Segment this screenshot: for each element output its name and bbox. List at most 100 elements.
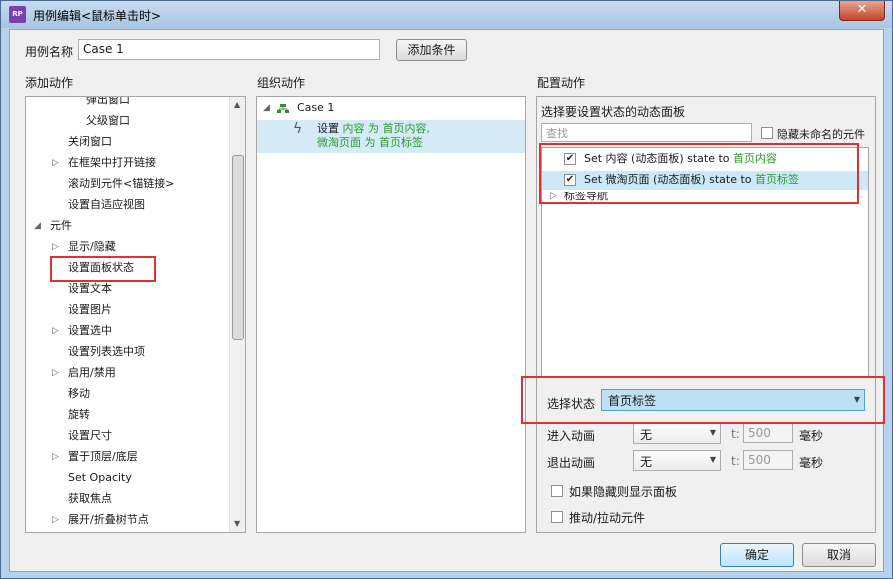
title-bar: RP 用例编辑<鼠标单击时> ✕ xyxy=(1,1,892,28)
push-pull-checkbox[interactable] xyxy=(551,511,563,523)
case-item[interactable]: Case 1 xyxy=(297,99,334,117)
case-name-label: 用例名称 xyxy=(25,45,74,59)
action-text: 设置 内容 为 首页内容, 微淘页面 为 首页标签 xyxy=(317,122,430,150)
tree-item-open-in-frame[interactable]: 在框架中打开链接 xyxy=(68,154,156,172)
add-condition-button[interactable]: 添加条件 xyxy=(396,39,467,61)
tree-item-bring-front-back[interactable]: 置于顶层/底层 xyxy=(68,448,138,466)
add-action-tree: 弹出窗口 父级窗口 关闭窗口 ▷ 在框架中打开链接 滚动到元件<锚链接> 设置自… xyxy=(25,96,246,533)
show-if-hidden-label: 如果隐藏则显示面板 xyxy=(569,485,678,499)
configure-action-header: 配置动作 xyxy=(537,76,586,90)
tree-item-move[interactable]: 移动 xyxy=(68,385,90,403)
chevron-down-icon: ▼ xyxy=(853,395,860,404)
row-state: 首页内容 xyxy=(733,152,778,165)
lightning-icon: ϟ xyxy=(293,121,303,137)
enter-ms-label: 毫秒 xyxy=(799,429,824,443)
action-keyword-1: 为 xyxy=(368,122,379,135)
select-state-label: 选择状态 xyxy=(547,397,596,411)
enter-t-label: t: xyxy=(731,427,740,441)
panel-row-tab-nav[interactable]: ▷ 标签导航 xyxy=(542,192,868,202)
scrollbar-thumb[interactable] xyxy=(232,155,244,340)
exit-ms-label: 毫秒 xyxy=(799,456,824,470)
panel-row-weitao[interactable]: ✔ Set 微淘页面 (动态面板) state to 首页标签 xyxy=(542,171,868,190)
dialog-body: 用例名称 Case 1 添加条件 添加动作 组织动作 配置动作 弹出窗口 父级窗… xyxy=(9,29,885,572)
enter-anim-dropdown[interactable]: 无 ▼ xyxy=(633,423,721,444)
select-state-value: 首页标签 xyxy=(608,394,657,408)
expand-icon[interactable]: ▷ xyxy=(52,448,59,466)
tree-item-rotate[interactable]: 旋转 xyxy=(68,406,90,424)
row-checkbox[interactable]: ✔ xyxy=(564,174,576,186)
scroll-up-icon[interactable]: ▲ xyxy=(234,100,240,109)
action-keyword-2: 为 xyxy=(364,136,376,149)
tree-item-show-hide[interactable]: 显示/隐藏 xyxy=(68,238,116,256)
row-label: Set 内容 (动态面板) state to 首页内容 xyxy=(584,150,777,168)
organize-action-header: 组织动作 xyxy=(257,76,306,90)
action-item[interactable]: ϟ 设置 内容 为 首页内容, 微淘页面 为 首页标签 xyxy=(257,120,525,153)
collapse-icon[interactable]: ◢ xyxy=(263,99,270,117)
action-target-2: 微淘页面 xyxy=(317,136,361,149)
row-label: Set 微淘页面 (动态面板) state to 首页标签 xyxy=(584,171,799,189)
case-icon xyxy=(277,103,289,113)
tree-item-parent-window[interactable]: 父级窗口 xyxy=(86,112,130,130)
dialog-window: RP 用例编辑<鼠标单击时> ✕ 用例名称 Case 1 添加条件 添加动作 组… xyxy=(0,0,893,579)
tree-item-set-size[interactable]: 设置尺寸 xyxy=(68,427,112,445)
configure-action-panel: 选择要设置状态的动态面板 查找 隐藏未命名的元件 ✔ Set 内容 (动态面板)… xyxy=(536,96,876,533)
action-state-2: 首页标签 xyxy=(379,136,423,149)
app-icon: RP xyxy=(9,6,26,23)
tree-item-scroll-to-widget[interactable]: 滚动到元件<锚链接> xyxy=(68,175,174,193)
row-label: 标签导航 xyxy=(564,192,608,202)
close-button[interactable]: ✕ xyxy=(839,1,885,21)
exit-t-label: t: xyxy=(731,454,740,468)
search-input[interactable]: 查找 xyxy=(541,123,752,142)
enter-anim-label: 进入动画 xyxy=(547,429,596,443)
tree-item-enable-disable[interactable]: 启用/禁用 xyxy=(68,364,116,382)
panel-list: ✔ Set 内容 (动态面板) state to 首页内容 ✔ Set 微淘页面… xyxy=(541,147,869,377)
organize-action-tree: ◢ Case 1 ϟ 设置 内容 为 首页内容, 微淘页面 为 首页标签 xyxy=(256,96,526,533)
tree-item-set-panel-state[interactable]: 设置面板状态 xyxy=(68,259,134,277)
tree-item-widgets[interactable]: 元件 xyxy=(50,217,72,235)
collapse-icon[interactable]: ◢ xyxy=(34,217,41,235)
chevron-down-icon: ▼ xyxy=(709,428,716,437)
push-pull-label: 推动/拉动元件 xyxy=(569,511,646,525)
select-state-dropdown[interactable]: 首页标签 ▼ xyxy=(601,389,865,411)
panel-row-content[interactable]: ✔ Set 内容 (动态面板) state to 首页内容 xyxy=(542,150,868,169)
expand-icon[interactable]: ▷ xyxy=(52,322,59,340)
action-target-1: 内容 xyxy=(342,122,365,135)
tree-item-set-image[interactable]: 设置图片 xyxy=(68,301,112,319)
exit-anim-dropdown[interactable]: 无 ▼ xyxy=(633,450,721,471)
tree-item-set-list-selected[interactable]: 设置列表选中项 xyxy=(68,343,145,361)
expand-icon[interactable]: ▷ xyxy=(52,364,59,382)
window-title: 用例编辑<鼠标单击时> xyxy=(33,9,162,23)
expand-icon[interactable]: ▷ xyxy=(52,238,59,256)
hide-unnamed-checkbox[interactable] xyxy=(761,127,773,139)
action-prefix: 设置 xyxy=(317,122,339,135)
configure-subheader: 选择要设置状态的动态面板 xyxy=(541,105,686,119)
expand-icon[interactable]: ▷ xyxy=(52,511,59,529)
hide-unnamed-label: 隐藏未命名的元件 xyxy=(777,128,865,141)
exit-anim-value: 无 xyxy=(640,455,653,469)
exit-duration-input[interactable]: 500 xyxy=(743,450,793,470)
tree-item-set-opacity[interactable]: Set Opacity xyxy=(68,469,132,487)
tree-item-expand-collapse-tree[interactable]: 展开/折叠树节点 xyxy=(68,511,149,529)
exit-anim-label: 退出动画 xyxy=(547,456,596,470)
enter-duration-input[interactable]: 500 xyxy=(743,423,793,443)
case-name-input[interactable]: Case 1 xyxy=(78,39,380,60)
tree-item-set-text[interactable]: 设置文本 xyxy=(68,280,112,298)
row-prefix: Set 微淘页面 (动态面板) state to xyxy=(584,173,752,186)
tree-item-close-window[interactable]: 关闭窗口 xyxy=(68,133,112,151)
tree-item-set-adaptive-view[interactable]: 设置自适应视图 xyxy=(68,196,145,214)
show-if-hidden-checkbox[interactable] xyxy=(551,485,563,497)
expand-icon[interactable]: ▷ xyxy=(52,154,59,172)
row-state: 首页标签 xyxy=(755,173,800,186)
add-action-scrollbar[interactable]: ▲ ▼ xyxy=(229,97,245,532)
chevron-down-icon: ▼ xyxy=(709,455,716,464)
tree-item-popup-window[interactable]: 弹出窗口 xyxy=(86,97,130,109)
ok-button[interactable]: 确定 xyxy=(720,543,794,567)
tree-item-set-selected[interactable]: 设置选中 xyxy=(68,322,112,340)
row-prefix: Set 内容 (动态面板) state to xyxy=(584,152,730,165)
cancel-button[interactable]: 取消 xyxy=(802,543,876,567)
add-action-header: 添加动作 xyxy=(25,76,74,90)
expand-icon[interactable]: ▷ xyxy=(550,192,557,202)
scroll-down-icon[interactable]: ▼ xyxy=(234,519,240,528)
row-checkbox[interactable]: ✔ xyxy=(564,153,576,165)
tree-item-get-focus[interactable]: 获取焦点 xyxy=(68,490,112,508)
